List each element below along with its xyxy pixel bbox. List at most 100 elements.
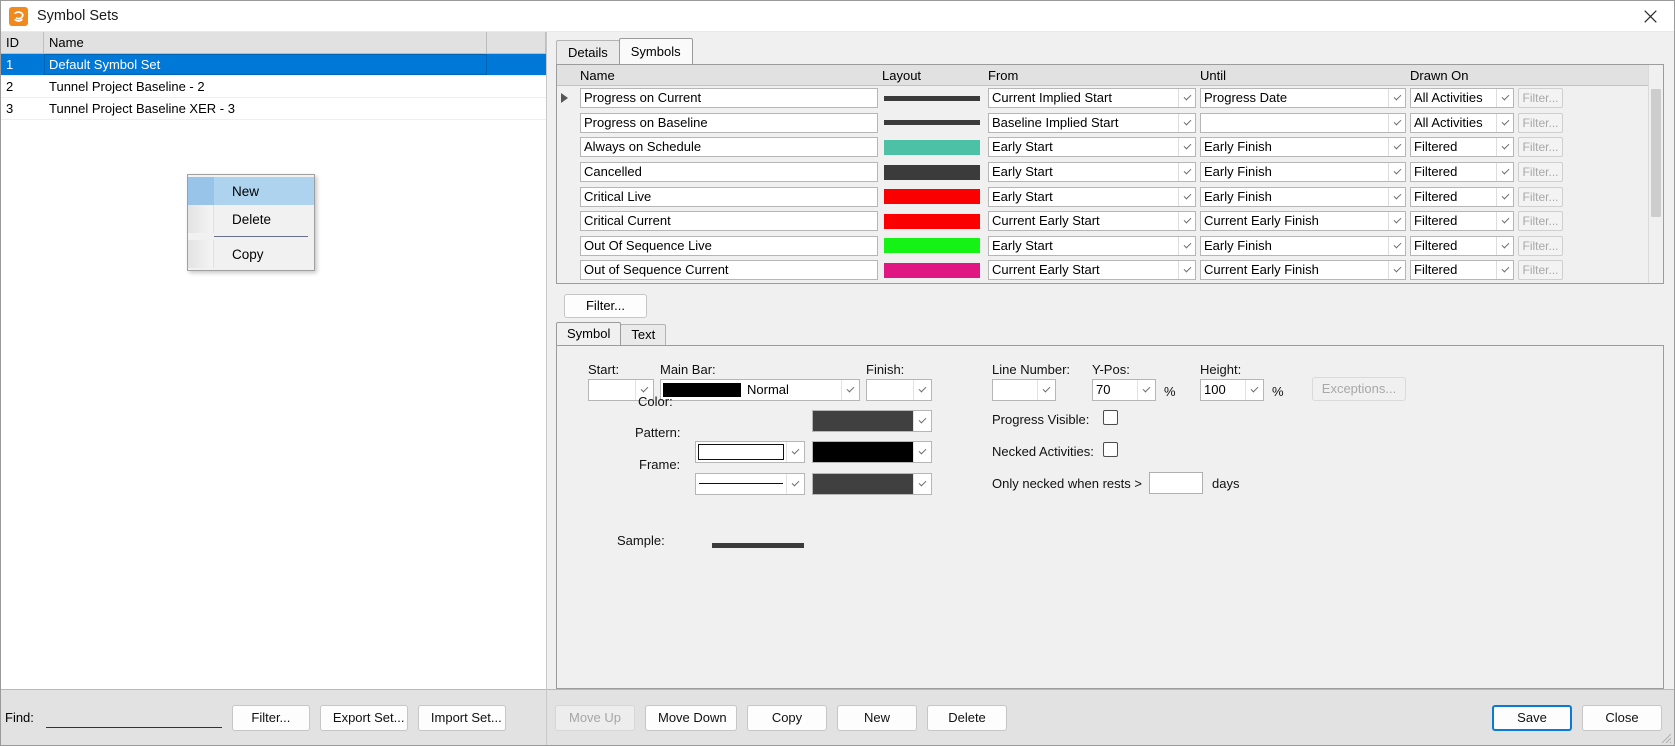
search-input[interactable] — [45, 707, 222, 728]
finish-select[interactable] — [866, 378, 932, 401]
table-row[interactable]: Cancelled Early Start Early Finish Filtered… — [557, 160, 1648, 185]
until-select[interactable] — [1200, 112, 1406, 133]
close-button[interactable]: Close — [1582, 704, 1662, 731]
filter-button[interactable]: Filter... — [231, 704, 310, 731]
column-header-until[interactable]: Until — [1196, 65, 1406, 85]
tab-text[interactable]: Text — [620, 323, 667, 345]
column-header-layout[interactable]: Layout — [878, 65, 984, 85]
vertical-scrollbar[interactable] — [1648, 65, 1663, 283]
tab-symbol[interactable]: Symbol — [556, 321, 622, 345]
spiral-icon — [9, 6, 28, 26]
table-row[interactable]: Critical Current Current Early Start Curre… — [557, 209, 1648, 234]
table-row[interactable]: Critical Live Early Start Early Finish Filt… — [557, 184, 1648, 209]
save-button[interactable]: Save — [1492, 704, 1572, 731]
drawn-on-select[interactable]: Filtered — [1410, 260, 1514, 281]
export-set-button[interactable]: Export Set... — [319, 704, 408, 731]
scrollbar-thumb[interactable] — [1651, 89, 1661, 217]
y-pos-select[interactable]: 70 — [1092, 378, 1156, 401]
symbol-filter-button[interactable]: Filter... — [564, 293, 647, 318]
from-select[interactable]: Early Start — [988, 137, 1196, 158]
from-select[interactable]: Early Start — [988, 162, 1196, 183]
symbol-name-input[interactable]: Always on Schedule — [580, 137, 878, 158]
from-select[interactable]: Early Start — [988, 235, 1196, 256]
new-button[interactable]: New — [837, 704, 917, 731]
table-row[interactable]: Out of Sequence Current Current Early Sta… — [557, 258, 1648, 283]
move-down-button[interactable]: Move Down — [645, 704, 737, 731]
table-row[interactable]: Always on Schedule Early Start Early Finis… — [557, 135, 1648, 160]
symbol-name-input[interactable]: Critical Current — [580, 211, 878, 232]
color-select[interactable] — [812, 409, 932, 432]
symbol-name-input[interactable]: Out Of Sequence Live — [580, 235, 878, 256]
from-select[interactable]: Current Early Start — [988, 260, 1196, 281]
table-row[interactable]: Out Of Sequence Live Early Start Early Fin… — [557, 234, 1648, 259]
from-select[interactable]: Current Early Start — [988, 211, 1196, 232]
column-header-drawn-on[interactable]: Drawn On — [1406, 65, 1514, 85]
drawn-on-select[interactable]: All Activities — [1410, 112, 1514, 133]
row-filter-button[interactable]: Filter... — [1518, 162, 1563, 183]
cell-name: Progress on Current — [576, 88, 878, 109]
symbol-name-input[interactable]: Critical Live — [580, 186, 878, 207]
line-number-select[interactable] — [992, 378, 1056, 401]
from-select[interactable]: Current Implied Start — [988, 88, 1196, 109]
move-up-button[interactable]: Move Up — [555, 704, 635, 731]
cell-layout — [878, 238, 984, 254]
column-header-name[interactable]: Name — [576, 65, 878, 85]
necked-activities-checkbox[interactable] — [1103, 441, 1118, 457]
column-header-id[interactable]: ID — [1, 31, 44, 54]
from-select[interactable]: Baseline Implied Start — [988, 112, 1196, 133]
tab-symbols[interactable]: Symbols — [618, 38, 693, 64]
table-row[interactable]: 1 Default Symbol Set — [1, 54, 546, 76]
symbol-name-input[interactable]: Out of Sequence Current — [580, 260, 878, 281]
context-menu-item-delete[interactable]: Delete — [188, 205, 314, 233]
delete-button[interactable]: Delete — [927, 704, 1007, 731]
symbol-name-input[interactable]: Progress on Baseline — [580, 112, 878, 133]
pattern-color-select[interactable] — [812, 440, 932, 463]
row-filter-button[interactable]: Filter... — [1518, 260, 1563, 281]
row-filter-button[interactable]: Filter... — [1518, 137, 1563, 158]
pattern-style-select[interactable] — [695, 440, 805, 463]
symbol-name-input[interactable]: Cancelled — [580, 162, 878, 183]
frame-style-select[interactable] — [695, 472, 805, 495]
symbol-name-input[interactable]: Progress on Current — [580, 88, 878, 109]
exceptions-button[interactable]: Exceptions... — [1312, 376, 1406, 401]
drawn-on-select[interactable]: Filtered — [1410, 235, 1514, 256]
context-menu-item-copy[interactable]: Copy — [188, 240, 314, 268]
close-icon[interactable] — [1626, 1, 1674, 32]
tab-details[interactable]: Details — [556, 40, 620, 64]
drawn-on-select[interactable]: All Activities — [1410, 88, 1514, 109]
drawn-on-select[interactable]: Filtered — [1410, 162, 1514, 183]
row-filter-button[interactable]: Filter... — [1518, 112, 1563, 133]
drawn-on-select[interactable]: Filtered — [1410, 211, 1514, 232]
row-filter-button[interactable]: Filter... — [1518, 186, 1563, 207]
column-header-name[interactable]: Name — [44, 31, 487, 54]
table-row[interactable]: 2 Tunnel Project Baseline - 2 — [1, 76, 546, 98]
drawn-on-select[interactable]: Filtered — [1410, 186, 1514, 207]
until-select[interactable]: Early Finish — [1200, 186, 1406, 207]
until-select[interactable]: Early Finish — [1200, 235, 1406, 256]
import-set-button[interactable]: Import Set... — [417, 704, 506, 731]
progress-visible-checkbox[interactable] — [1103, 409, 1118, 425]
until-select[interactable]: Early Finish — [1200, 162, 1406, 183]
main-bar-select[interactable]: Normal — [660, 378, 860, 401]
until-select[interactable]: Current Early Finish — [1200, 211, 1406, 232]
until-select[interactable]: Current Early Finish — [1200, 260, 1406, 281]
table-row[interactable]: Progress on Current Current Implied Start… — [557, 86, 1648, 111]
frame-color-select[interactable] — [812, 472, 932, 495]
context-menu-item-new[interactable]: New — [188, 177, 314, 205]
until-select[interactable]: Progress Date — [1200, 88, 1406, 109]
main-bar-swatch — [663, 382, 741, 397]
row-filter-button[interactable]: Filter... — [1518, 88, 1563, 109]
row-filter-button[interactable]: Filter... — [1518, 211, 1563, 232]
cell-spacer — [487, 98, 546, 119]
column-header-from[interactable]: From — [984, 65, 1196, 85]
height-select[interactable]: 100 — [1200, 378, 1264, 401]
from-select[interactable]: Early Start — [988, 186, 1196, 207]
table-row[interactable]: Progress on Baseline Baseline Implied Sta… — [557, 111, 1648, 136]
until-select[interactable]: Early Finish — [1200, 137, 1406, 158]
row-filter-button[interactable]: Filter... — [1518, 235, 1563, 256]
copy-button[interactable]: Copy — [747, 704, 827, 731]
only-necked-days-input[interactable] — [1149, 471, 1203, 494]
resize-grip-icon[interactable] — [1658, 730, 1672, 744]
table-row[interactable]: 3 Tunnel Project Baseline XER - 3 — [1, 98, 546, 120]
drawn-on-select[interactable]: Filtered — [1410, 137, 1514, 158]
